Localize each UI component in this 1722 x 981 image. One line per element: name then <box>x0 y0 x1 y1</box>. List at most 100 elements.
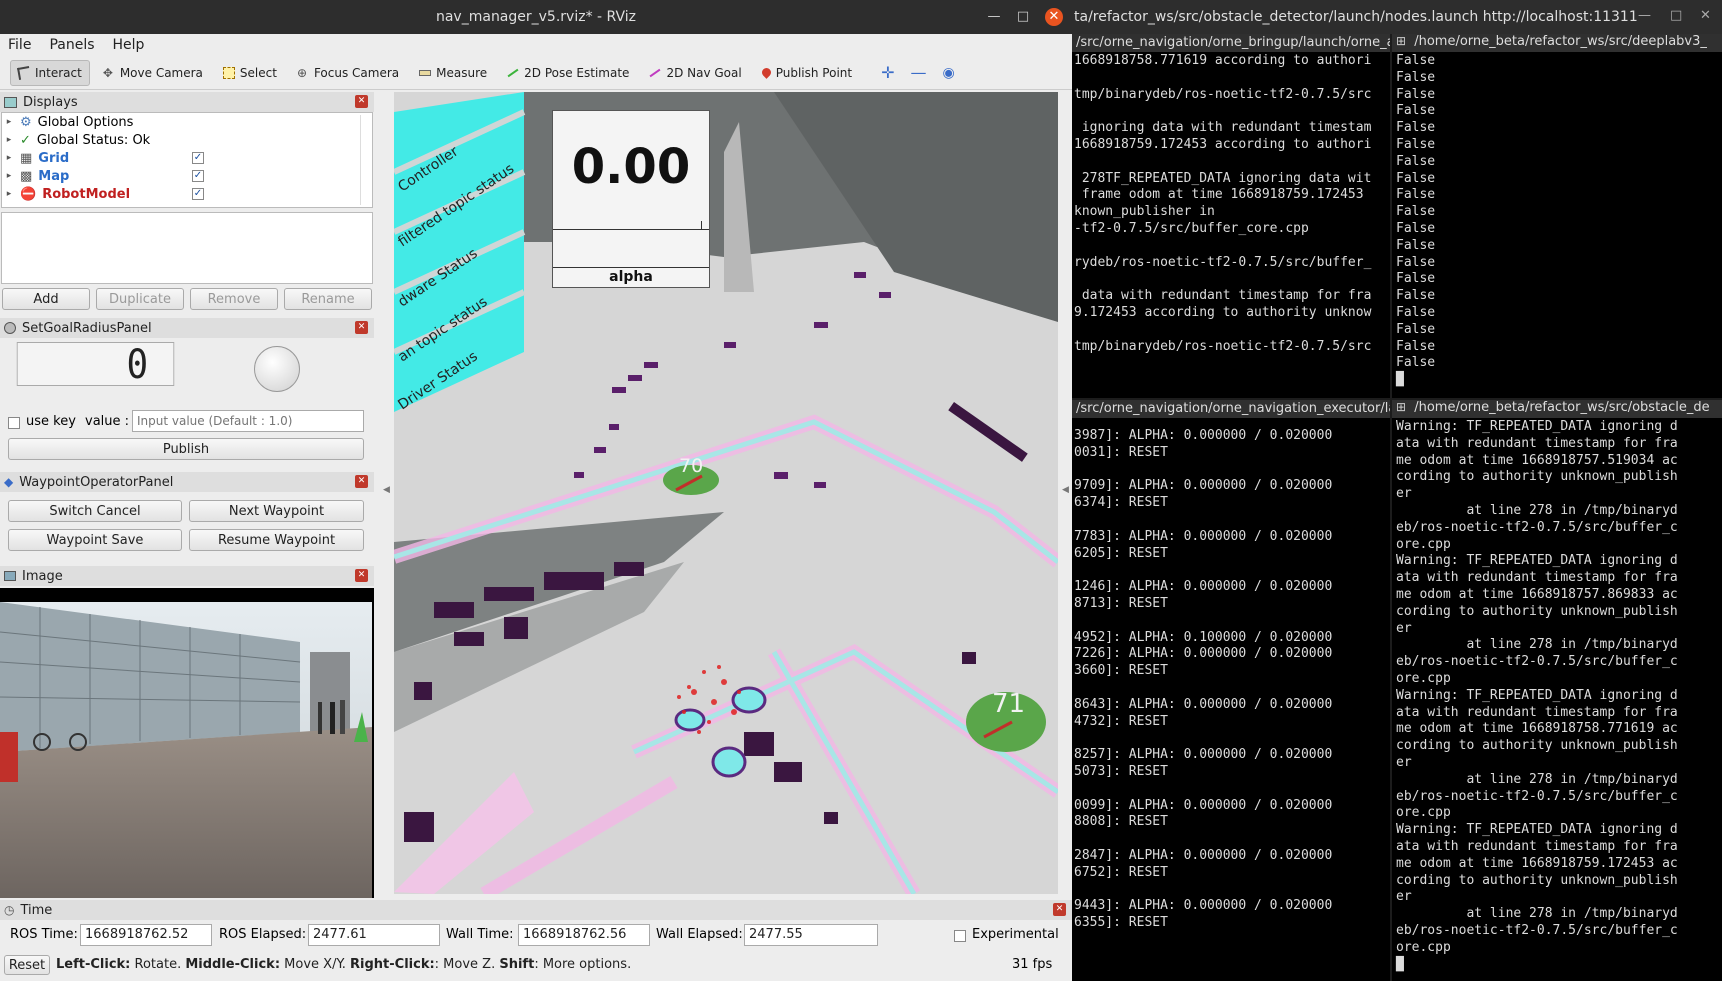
ros-time-label: ROS Time: <box>10 927 78 942</box>
expand-arrow-icon[interactable]: ▸ <box>2 117 16 127</box>
close-icon[interactable]: ✕ <box>1700 8 1711 23</box>
tool-select[interactable]: Select <box>216 61 284 85</box>
wall-time-label: Wall Time: <box>446 927 514 942</box>
resume-waypoint-button[interactable]: Resume Waypoint <box>189 529 364 551</box>
use-key-checkbox[interactable] <box>8 417 20 429</box>
hint-text: : More options. <box>534 957 632 972</box>
time-header: ◷ Time ✕ <box>0 900 1072 920</box>
menu-panels[interactable]: Panels <box>49 37 94 53</box>
terminal-header-deeplab[interactable]: /home/orne_beta/refactor_ws/src/deeplabv… <box>1414 34 1707 49</box>
radius-dial[interactable] <box>254 346 300 392</box>
hint-key: Middle-Click: <box>185 957 281 972</box>
close-icon[interactable]: ✕ <box>355 475 368 488</box>
maximize-icon[interactable]: □ <box>1014 8 1032 26</box>
tree-item-global-status[interactable]: ▸ ✓ Global Status: Ok <box>2 131 372 149</box>
expand-arrow-icon[interactable]: ▸ <box>2 153 16 163</box>
reset-button[interactable]: Reset <box>4 955 50 975</box>
waypoint-panel-body: Switch Cancel Next Waypoint Waypoint Sav… <box>0 492 374 558</box>
minus-icon[interactable]: — <box>911 63 927 82</box>
time-fields: ROS Time: 1668918762.52 ROS Elapsed: 247… <box>0 920 1072 950</box>
value-input[interactable] <box>132 410 364 432</box>
terminal-header-obstacle-bar: ⊞ /home/orne_beta/refactor_ws/src/obstac… <box>1392 400 1722 418</box>
maximize-icon[interactable]: □ <box>1670 8 1682 23</box>
gear-icon: ⚙ <box>20 114 32 130</box>
close-icon[interactable]: ✕ <box>1053 903 1066 916</box>
clock-icon: ◷ <box>4 903 15 917</box>
minimize-icon[interactable]: — <box>985 8 1003 26</box>
tree-item-robotmodel[interactable]: ▸ ⛔ RobotModel ✓ <box>2 185 372 203</box>
alpha-gauge: 0.00 alpha <box>552 110 710 288</box>
tool-focus-camera[interactable]: ⊕ Focus Camera <box>290 61 406 85</box>
time-panel: ◷ Time ✕ ROS Time: 1668918762.52 ROS Ela… <box>0 900 1072 981</box>
tool-label: Publish Point <box>775 65 853 80</box>
wall-elapsed-label: Wall Elapsed: <box>656 927 743 942</box>
remove-button[interactable]: Remove <box>190 288 278 310</box>
focus-icon: ⊕ <box>296 65 308 80</box>
value-label: value : <box>85 414 130 429</box>
diamond-icon: ◆ <box>4 475 14 489</box>
tool-label: Measure <box>436 65 488 80</box>
3d-viewport[interactable]: 70 71 Controller filtered topic status d… <box>394 92 1058 894</box>
tool-label: 2D Pose Estimate <box>524 65 630 80</box>
terminal-header-deeplab-bar: ⊞ /home/orne_beta/refactor_ws/src/deepla… <box>1392 34 1722 52</box>
close-icon[interactable]: ✕ <box>355 569 368 582</box>
fps-counter: 31 fps <box>1012 957 1053 972</box>
robotmodel-checkbox[interactable]: ✓ <box>192 188 204 200</box>
alpha-label: alpha <box>609 269 653 285</box>
map-checkbox[interactable]: ✓ <box>192 170 204 182</box>
terminal-header-obstacle[interactable]: /home/orne_beta/refactor_ws/src/obstacle… <box>1414 400 1709 415</box>
expand-arrow-icon[interactable]: ▸ <box>2 135 16 145</box>
close-icon[interactable]: ✕ <box>355 95 368 108</box>
tree-item-grid[interactable]: ▸ ▦ Grid ✓ <box>2 149 372 167</box>
grid-checkbox[interactable]: ✓ <box>192 152 204 164</box>
tree-item-map[interactable]: ▸ ▩ Map ✓ <box>2 167 372 185</box>
tool-2d-nav-goal[interactable]: 2D Nav Goal <box>642 61 748 85</box>
switch-cancel-button[interactable]: Switch Cancel <box>8 500 182 522</box>
hint-text: Rotate. <box>130 957 182 972</box>
tool-label: Interact <box>35 65 82 80</box>
terminal-header-executor[interactable]: /src/orne_navigation/orne_navigation_exe… <box>1072 400 1390 418</box>
wall-time-field[interactable]: 1668918762.56 <box>518 924 650 946</box>
experimental-label: Experimental <box>972 927 1059 942</box>
tool-label: Move Camera <box>119 65 203 80</box>
minimize-icon[interactable]: — <box>1638 8 1651 23</box>
experimental-checkbox[interactable] <box>954 930 966 942</box>
expand-arrow-icon[interactable]: ▸ <box>2 189 16 199</box>
close-icon[interactable]: ✕ <box>355 321 368 334</box>
terminal-grid-icon: ⊞ <box>1396 34 1407 48</box>
duplicate-button[interactable]: Duplicate <box>96 288 184 310</box>
terminal-obstacle[interactable]: Warning: TF_REPEATED_DATA ignoring d ata… <box>1392 418 1722 981</box>
publish-button[interactable]: Publish <box>8 438 364 460</box>
waypoint-panel-header: ◆ WaypointOperatorPanel ✕ <box>0 472 374 492</box>
splitter-left-arrow-icon[interactable]: ◀ <box>383 485 390 495</box>
menu-help[interactable]: Help <box>113 37 145 53</box>
next-waypoint-button[interactable]: Next Waypoint <box>189 500 364 522</box>
terminal-deeplab[interactable]: False False False False False False Fals… <box>1392 52 1722 398</box>
waypoint-save-button[interactable]: Waypoint Save <box>8 529 182 551</box>
tree-scrollbar[interactable] <box>360 115 370 205</box>
ros-time-field[interactable]: 1668918762.52 <box>80 924 212 946</box>
wall-elapsed-field[interactable]: 2477.55 <box>744 924 878 946</box>
hint-text: Move X/Y. <box>280 957 346 972</box>
tool-move-camera[interactable]: ✥ Move Camera <box>96 61 210 85</box>
terminal-bringup[interactable]: 1668918758.771619 according to authori t… <box>1072 52 1390 398</box>
alpha-value: 0.00 <box>571 139 691 195</box>
plus-icon[interactable]: ✛ <box>881 63 894 82</box>
tool-publish-point[interactable]: Publish Point <box>755 61 859 85</box>
terminal-executor[interactable]: 3987]: ALPHA: 0.000000 / 0.020000 0031]:… <box>1072 418 1390 981</box>
menu-file[interactable]: File <box>8 37 31 53</box>
rename-button[interactable]: Rename <box>284 288 372 310</box>
close-icon[interactable]: ✕ <box>1045 8 1063 26</box>
tool-2d-pose-estimate[interactable]: 2D Pose Estimate <box>500 61 636 85</box>
splitter-right-arrow-icon[interactable]: ◀ <box>1062 485 1069 495</box>
expand-arrow-icon[interactable]: ▸ <box>2 171 16 181</box>
eye-icon[interactable]: ◉ <box>943 65 955 81</box>
tool-interact[interactable]: Interact <box>10 59 90 86</box>
tree-item-global-options[interactable]: ▸ ⚙ Global Options <box>2 113 372 131</box>
tool-label: 2D Nav Goal <box>666 65 742 80</box>
terminal-header-bringup[interactable]: /src/orne_navigation/orne_bringup/launch… <box>1072 34 1390 52</box>
ros-elapsed-field[interactable]: 2477.61 <box>308 924 440 946</box>
displays-header: Displays ✕ <box>0 92 374 112</box>
tool-measure[interactable]: Measure <box>412 61 494 85</box>
add-button[interactable]: Add <box>2 288 90 310</box>
